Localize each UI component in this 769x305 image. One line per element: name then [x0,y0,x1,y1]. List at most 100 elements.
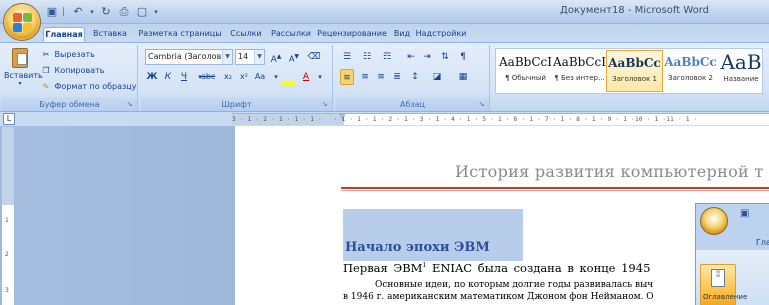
font-size-select[interactable]: 14 ▼ [235,49,265,65]
paragraph-1[interactable]: Первая ЭВМ1 ENIAC была создана в конце 1… [343,261,650,275]
align-left-icon[interactable]: ≡ [340,69,354,85]
inset-tab-label: Гла [756,238,769,247]
window-title: Документ18 - Microsoft Word [560,5,710,16]
align-center-icon[interactable]: ≡ [358,69,372,85]
title-underline-thin [341,190,769,191]
font-name-select[interactable]: Cambria (Заголовки) ▼ [145,49,233,65]
italic-button[interactable]: К [161,69,175,85]
first-line-indent-marker[interactable]: ▽ [340,114,345,121]
style-sample: AaBbCcI [499,55,552,69]
strikethrough-button[interactable]: abc [201,69,215,85]
shading-icon[interactable]: ◪ [430,69,444,85]
document-title[interactable]: История развития компьютерной т [455,162,764,181]
line-spacing-icon[interactable]: ↕ [408,69,422,85]
font-group: Cambria (Заголовки) ▼ 14 ▼ A▲ A▼ ⌫ Ж К Ч… [141,45,333,111]
paste-button[interactable]: Вставить ▾ [4,47,43,97]
style-name: ¶ Без интер... [554,74,605,82]
ruler-toggle-icon[interactable]: L [3,113,15,125]
tab-view[interactable]: Вид [391,27,413,42]
tab-review[interactable]: Рецензирование [316,27,388,42]
style-sample: AaBbCc [664,55,717,69]
superscript-button[interactable]: x² [237,69,251,85]
ribbon: Вставить ▾ ✂ Вырезать ❐ Копировать ✎ Фор… [0,42,769,112]
title-underline [341,187,769,189]
format-painter-button[interactable]: ✎ Формат по образцу [40,80,137,94]
style-sample: AaBbCcI [553,55,606,69]
shrink-font-button[interactable]: A▼ [287,49,301,65]
quick-access-toolbar: ▣ | ↶ ▾ ↻ ⎙ ▢ ▾ [44,4,160,20]
style-no-spacing[interactable]: AaBbCcI ¶ Без интер... [551,50,608,92]
chevron-down-icon: ▾ [18,80,22,87]
align-right-icon[interactable]: ≡ [374,69,388,85]
save-icon[interactable]: ▣ [44,4,60,20]
style-heading-2[interactable]: AaBbCc Заголовок 2 [662,50,719,92]
vertical-ruler[interactable]: 1 2 3 [2,127,15,305]
customize-toolbar-icon[interactable]: ▾ [152,4,160,20]
ruler-bar: L 3 · 1 · 2 · 1 · 1 · 1 · · 1 · 1 · 1 · … [0,112,769,126]
document-page[interactable]: История развития компьютерной т Начало э… [235,126,769,305]
redo-icon[interactable]: ↻ [98,4,114,20]
bullets-icon[interactable]: ☰ [340,49,354,65]
save-icon: ▣ [740,208,750,219]
style-name: Заголовок 1 [612,75,657,83]
dialog-launcher-icon[interactable]: ↘ [477,100,486,109]
vruler-tick: 1 [5,217,9,224]
ruler-ticks: 3 · 1 · 2 · 1 · 1 · 1 · · 1 · 1 · 1 · 2 … [232,116,698,123]
clear-formatting-icon[interactable]: ⌫ [307,49,321,65]
highlight-icon[interactable] [279,69,297,85]
tab-page-layout[interactable]: Разметка страницы [137,27,223,42]
copy-button[interactable]: ❐ Копировать [40,64,104,78]
paragraph-3[interactable]: в 1946 г. американским математиком Джоно… [343,292,654,302]
increase-indent-icon[interactable]: ⇥ [420,49,434,65]
vruler-tick: 2 [5,251,9,258]
horizontal-ruler[interactable]: 3 · 1 · 2 · 1 · 1 · 1 · · 1 · 1 · 1 · 2 … [232,113,769,125]
borders-icon[interactable]: ▦ [456,69,470,85]
bold-button[interactable]: Ж [145,69,159,85]
style-sample: AaBbCc [608,56,661,70]
vruler-tick: 3 [5,287,9,294]
font-color-dropdown-icon[interactable]: ▾ [313,69,327,85]
grow-font-button[interactable]: A▲ [269,49,283,65]
cut-label: Вырезать [54,50,95,59]
style-normal[interactable]: AaBbCcI ¶ Обычный [497,50,554,92]
change-case-button[interactable]: Aa [253,69,267,85]
dialog-launcher-icon[interactable]: ↘ [320,100,329,109]
font-color-icon[interactable]: A [299,69,313,85]
paragraph-2[interactable]: Основные идеи, по которым долгие годы ра… [375,280,653,290]
tab-home[interactable]: Главная [43,27,85,42]
paste-icon [12,48,28,68]
show-formatting-button[interactable]: ¶ [456,49,470,65]
justify-icon[interactable]: ≣ [390,69,404,85]
scissors-icon: ✂ [42,50,50,59]
new-document-icon[interactable]: ▢ [134,4,150,20]
paragraph-1-text-a: Первая ЭВМ [343,261,423,275]
embedded-screenshot: ▣ Гла ≡≡ Оглавление [695,203,769,305]
style-sample: AaB [720,50,762,74]
cut-button[interactable]: ✂ Вырезать [40,48,95,62]
print-preview-icon[interactable]: ⎙ [116,4,132,20]
undo-icon[interactable]: ↶ [70,4,86,20]
style-heading-1[interactable]: AaBbCc Заголовок 1 [606,50,663,92]
multilevel-list-icon[interactable]: ☶ [380,49,394,65]
section-heading[interactable]: Начало эпохи ЭВМ [345,240,490,255]
paragraph-group-label: Абзац [336,98,489,111]
tab-mailings[interactable]: Рассылки [268,27,314,42]
dialog-launcher-icon[interactable]: ↘ [125,100,134,109]
decrease-indent-icon[interactable]: ⇤ [404,49,418,65]
paste-label: Вставить [4,71,43,80]
subscript-button[interactable]: x₂ [221,69,235,85]
ribbon-tabs: Главная Вставка Разметка страницы Ссылки… [0,24,769,42]
numbering-icon[interactable]: ☷ [360,49,374,65]
tab-addins[interactable]: Надстройки [415,27,467,42]
paragraph-group: ☰ ☷ ☶ ⇤ ⇥ ⇅ ¶ ≡ ≡ ≡ ≣ ↕ ◪ ▦ Абзац ↘ [336,45,490,111]
toc-button-image: ≡ ≡ Оглавление [700,264,747,305]
style-title[interactable]: AaB Название [718,50,764,92]
tab-insert[interactable]: Вставка [88,27,132,42]
clipboard-group: Вставить ▾ ✂ Вырезать ❐ Копировать ✎ Фор… [2,45,138,111]
tab-references[interactable]: Ссылки [226,27,266,42]
office-button-image [700,207,728,235]
undo-dropdown-icon[interactable]: ▾ [88,4,96,20]
office-button[interactable] [3,3,41,41]
sort-icon[interactable]: ⇅ [438,49,452,65]
underline-button[interactable]: Ч [177,69,191,85]
